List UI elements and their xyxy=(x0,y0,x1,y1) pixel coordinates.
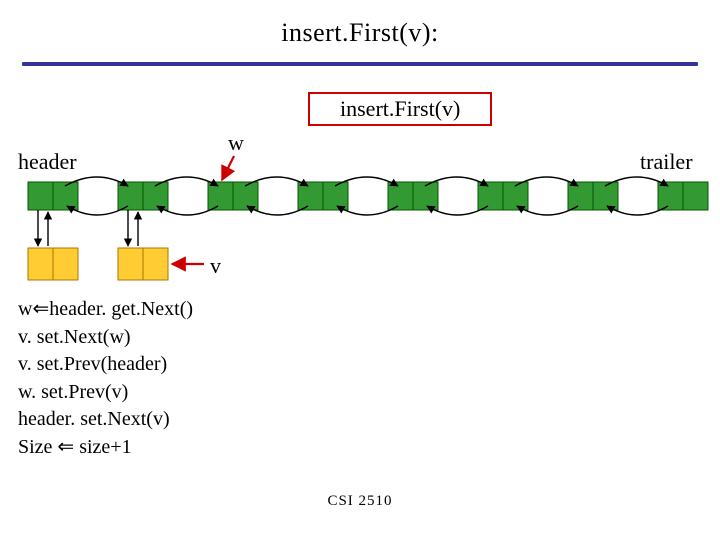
down-links xyxy=(38,210,138,246)
code-line: w⇐header. get.Next() xyxy=(18,296,193,324)
slide-root: insert.First(v): insert.First(v) w heade… xyxy=(0,0,720,540)
w-arrow xyxy=(222,156,234,180)
code-line: v. set.Next(w) xyxy=(18,324,193,352)
footer-course-code: CSI 2510 xyxy=(0,493,720,510)
pseudocode-block: w⇐header. get.Next() v. set.Next(w) v. s… xyxy=(18,296,193,462)
code-line: header. set.Next(v) xyxy=(18,406,193,434)
code-line: w. set.Prev(v) xyxy=(18,379,193,407)
code-line: v. set.Prev(header) xyxy=(18,351,193,379)
new-node-cells xyxy=(28,248,168,280)
code-line: Size ⇐ size+1 xyxy=(18,434,193,462)
